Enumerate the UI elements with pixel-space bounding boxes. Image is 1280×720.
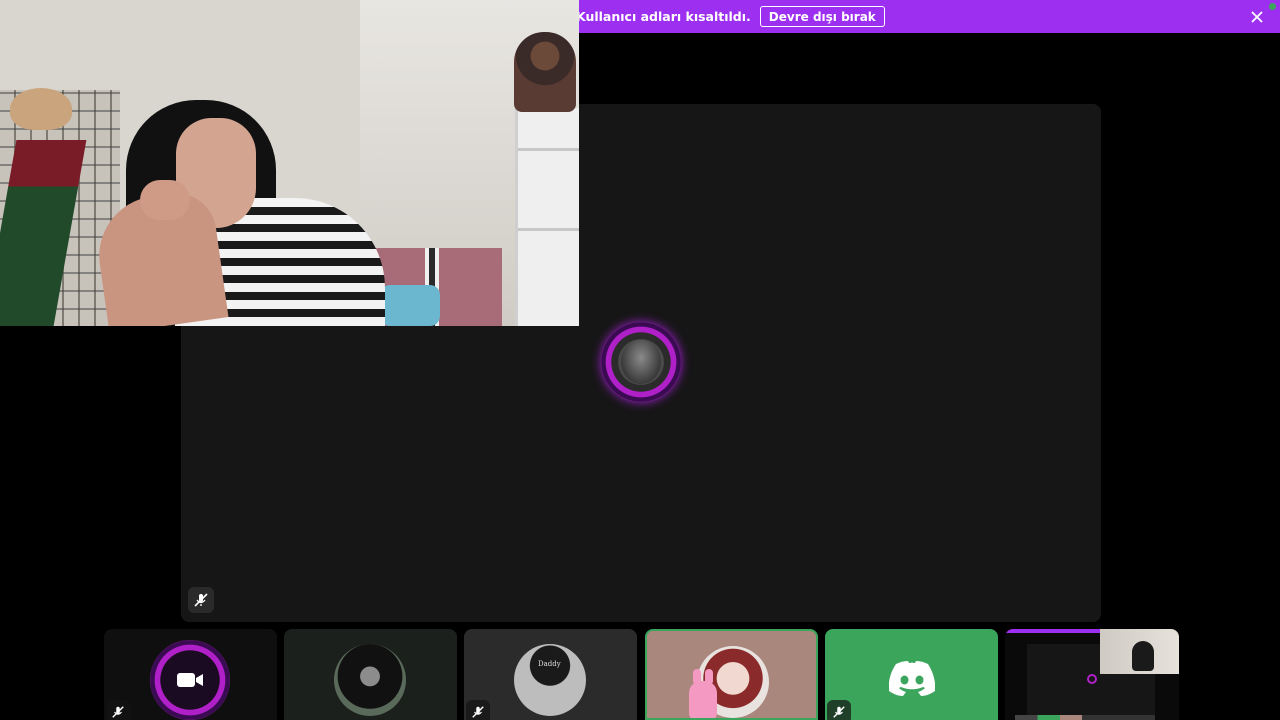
mic-muted-icon <box>188 587 214 613</box>
preview-camera-window <box>1100 629 1179 674</box>
bunny-sticker-icon <box>689 669 717 718</box>
preview-avatar <box>1087 674 1097 684</box>
preview-notice-bar <box>1005 629 1100 633</box>
mic-muted-icon <box>466 700 490 720</box>
close-icon[interactable] <box>1250 9 1264 23</box>
cap-text: Daddy <box>538 660 561 668</box>
profile-avatar: Daddy <box>514 644 586 716</box>
discord-logo-icon <box>889 661 935 696</box>
video-camera-icon <box>177 673 203 687</box>
participant-tile-4-speaking[interactable] <box>645 629 818 720</box>
preview-tile-strip <box>1015 715 1155 720</box>
video-doll <box>514 32 576 112</box>
participant-tile-2[interactable] <box>284 629 457 720</box>
profile-avatar <box>150 640 230 720</box>
camera-video-window[interactable] <box>0 0 579 326</box>
disable-button[interactable]: Devre dışı bırak <box>759 6 885 27</box>
status-dot <box>1269 3 1276 10</box>
screen-share-preview-tile[interactable] <box>1005 629 1179 720</box>
notice-bar: Kullanıcı adları kısaltıldı. Devre dışı … <box>576 0 1280 33</box>
participant-tile-5[interactable] <box>825 629 998 720</box>
video-pillow <box>380 285 440 326</box>
stage-profile-avatar[interactable] <box>601 322 681 402</box>
participant-tile-3[interactable]: Daddy <box>464 629 637 720</box>
video-heart-decor <box>10 88 72 130</box>
video-shelf <box>515 108 579 326</box>
mic-muted-icon <box>106 700 130 720</box>
profile-avatar <box>334 644 406 716</box>
participant-tile-1[interactable] <box>104 629 277 720</box>
avatar-face <box>621 340 661 384</box>
video-person-hand <box>140 180 190 220</box>
mic-muted-icon <box>827 700 851 720</box>
notice-message: Kullanıcı adları kısaltıldı. <box>576 9 751 24</box>
